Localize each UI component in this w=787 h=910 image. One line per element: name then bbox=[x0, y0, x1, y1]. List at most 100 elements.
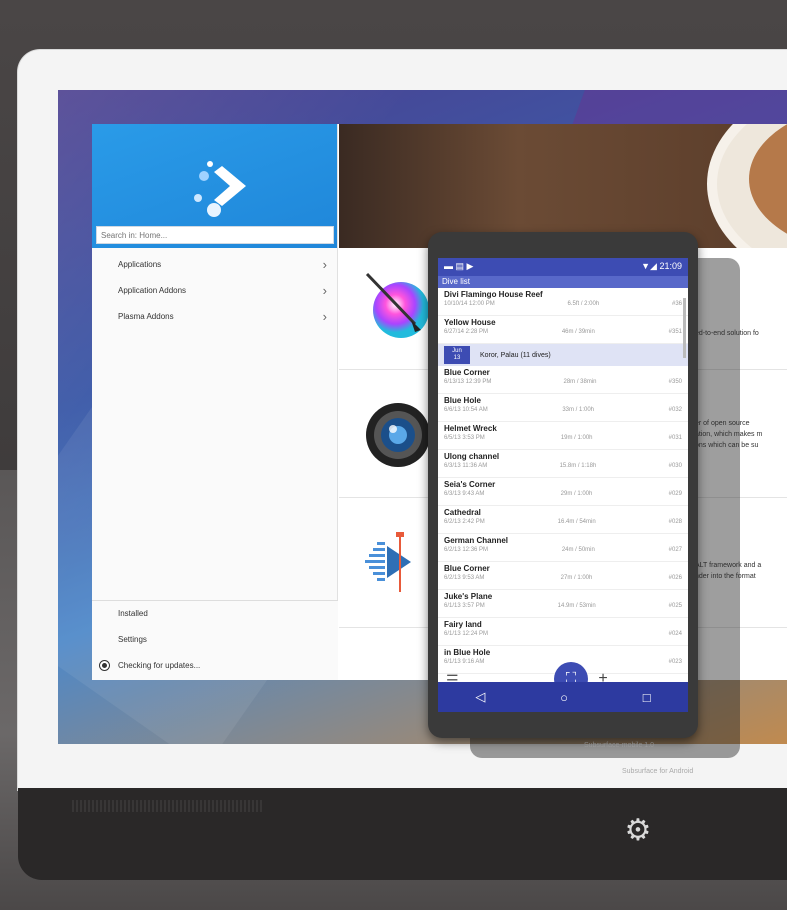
dive-meta: 6/3/13 9:43 AM 29m / 1:00h #029 bbox=[444, 491, 682, 497]
dive-number: #36 bbox=[671, 301, 682, 307]
audio-waveform-icon bbox=[365, 532, 411, 592]
sidebar-item-settings[interactable]: Settings bbox=[92, 627, 338, 653]
dive-depth: 24m / 50min bbox=[561, 547, 595, 553]
dive-name: Ulong channel bbox=[444, 452, 500, 461]
list-item[interactable]: Blue Corner 6/2/13 9:53 AM 27m / 1:00h #026 bbox=[438, 562, 688, 590]
dive-date: 6/3/13 11:36 AM bbox=[444, 463, 488, 469]
dive-date: 6/13/13 12:39 PM bbox=[444, 379, 492, 385]
dive-name: Fairy land bbox=[444, 620, 482, 629]
toolbar-title: Dive list bbox=[442, 277, 471, 286]
chevron-right-icon: › bbox=[322, 283, 327, 298]
sidebar-item-updates[interactable]: Checking for updates... bbox=[92, 653, 338, 679]
sidebar-item-label: Plasma Addons bbox=[118, 312, 174, 321]
dive-name: Yellow House bbox=[444, 318, 496, 327]
list-item[interactable]: Helmet Wreck 6/5/13 3:53 PM 19m / 1:00h #03… bbox=[438, 422, 688, 450]
dive-meta: 6/13/13 12:39 PM 28m / 38min #350 bbox=[444, 379, 682, 385]
status-bar: ▬ ▤ ▶ ▼◢ 21:09 bbox=[438, 258, 688, 276]
trip-header[interactable]: Jun 13 Koror, Palau (11 dives) bbox=[438, 344, 688, 366]
sidebar-item-plasma-addons[interactable]: Plasma Addons › bbox=[92, 304, 337, 330]
dive-date: 6/27/14 2:28 PM bbox=[444, 329, 489, 335]
list-item[interactable]: Divi Flamingo House Reef 10/10/14 12:00 P… bbox=[438, 288, 688, 316]
dive-meta: 6/2/13 2:42 PM 16.4m / 54min #028 bbox=[444, 519, 682, 525]
dive-number: #028 bbox=[668, 519, 682, 525]
dive-number: #031 bbox=[668, 435, 682, 441]
chevron-right-icon: › bbox=[322, 309, 327, 324]
dive-name: Blue Corner bbox=[444, 368, 490, 377]
dive-number: #023 bbox=[668, 659, 682, 665]
list-item[interactable]: Ulong channel 6/3/13 11:36 AM 15.8m / 1:18… bbox=[438, 450, 688, 478]
scrollbar[interactable] bbox=[683, 298, 686, 358]
sidebar-item-application-addons[interactable]: Application Addons › bbox=[92, 278, 337, 304]
date-badge: Jun 13 bbox=[444, 346, 470, 364]
dive-date: 6/2/13 2:42 PM bbox=[444, 519, 485, 525]
dive-name: Cathedral bbox=[444, 508, 481, 517]
dive-meta: 6/6/13 10:54 AM 33m / 1:00h #032 bbox=[444, 407, 682, 413]
dive-number: #026 bbox=[668, 575, 682, 581]
dive-date: 6/5/13 3:53 PM bbox=[444, 435, 485, 441]
status-dot-icon bbox=[100, 661, 109, 670]
badge-month: Jun bbox=[452, 348, 462, 354]
trip-title: Koror, Palau (11 dives) bbox=[480, 351, 551, 359]
dive-meta: 6/5/13 3:53 PM 19m / 1:00h #031 bbox=[444, 435, 682, 441]
sidebar: Applications › Application Addons › Plas… bbox=[92, 124, 338, 680]
dive-depth: 46m / 39min bbox=[561, 329, 595, 335]
caption: Subsurface for Android bbox=[622, 768, 694, 775]
dive-number: #029 bbox=[668, 491, 682, 497]
dive-depth: 6.5ft / 2:00h bbox=[567, 301, 600, 307]
dive-depth: 16.4m / 54min bbox=[557, 519, 596, 525]
dive-date: 6/3/13 9:43 AM bbox=[444, 491, 485, 497]
gear-icon[interactable]: ⚙ bbox=[620, 813, 656, 849]
sidebar-header bbox=[92, 124, 337, 248]
dive-meta: 6/1/13 3:57 PM 14.9m / 53min #025 bbox=[444, 603, 682, 609]
dive-depth: 28m / 38min bbox=[563, 379, 597, 385]
sidebar-item-applications[interactable]: Applications › bbox=[92, 252, 337, 278]
dive-number: #030 bbox=[668, 463, 682, 469]
sidebar-item-installed[interactable]: Installed bbox=[92, 601, 338, 627]
list-item[interactable]: German Channel 6/2/13 12:36 PM 24m / 50min… bbox=[438, 534, 688, 562]
badge-day: 13 bbox=[453, 355, 461, 361]
list-item[interactable]: Blue Hole 6/6/13 10:54 AM 33m / 1:00h #032 bbox=[438, 394, 688, 422]
back-icon[interactable]: ◁ bbox=[475, 689, 485, 705]
dive-meta: 10/10/14 12:00 PM 6.5ft / 2:00h #36 bbox=[444, 301, 682, 307]
search-input[interactable] bbox=[96, 226, 334, 244]
dive-date: 6/2/13 12:36 PM bbox=[444, 547, 489, 553]
dive-depth: 29m / 1:00h bbox=[560, 491, 593, 497]
dive-meta: 6/3/13 11:36 AM 15.8m / 1:18h #030 bbox=[444, 463, 682, 469]
dive-number: #351 bbox=[668, 329, 682, 335]
dive-name: Blue Hole bbox=[444, 396, 481, 405]
dive-date: 6/2/13 9:53 AM bbox=[444, 575, 485, 581]
android-nav-bar: ◁ ○ □ bbox=[438, 682, 688, 712]
sidebar-item-label: Installed bbox=[118, 609, 148, 618]
dive-number: #027 bbox=[668, 547, 682, 553]
caption: Subsurface-mobile 1.0 bbox=[584, 742, 655, 749]
list-item[interactable]: Cathedral 6/2/13 2:42 PM 16.4m / 54min #028 bbox=[438, 506, 688, 534]
list-item[interactable]: Fairy land 6/1/13 12:24 PM #024 bbox=[438, 618, 688, 646]
toolbar: Dive list bbox=[438, 276, 688, 288]
sidebar-item-label: Applications bbox=[118, 260, 162, 269]
sidebar-item-label: Checking for updates... bbox=[118, 661, 201, 670]
dive-number: #350 bbox=[668, 379, 682, 385]
list-item[interactable]: Seia's Corner 6/3/13 9:43 AM 29m / 1:00h #0… bbox=[438, 478, 688, 506]
dive-date: 6/1/13 3:57 PM bbox=[444, 603, 485, 609]
home-icon[interactable]: ○ bbox=[560, 690, 568, 705]
sidebar-item-label: Application Addons bbox=[118, 286, 187, 295]
dive-meta: 6/2/13 9:53 AM 27m / 1:00h #026 bbox=[444, 575, 682, 581]
dive-name: Seia's Corner bbox=[444, 480, 496, 489]
dive-date: 6/6/13 10:54 AM bbox=[444, 407, 488, 413]
dive-name: Helmet Wreck bbox=[444, 424, 497, 433]
speaker-grille bbox=[72, 800, 262, 812]
list-item[interactable]: Juke's Plane 6/1/13 3:57 PM 14.9m / 53min #… bbox=[438, 590, 688, 618]
dive-depth: 27m / 1:00h bbox=[560, 575, 593, 581]
dive-name: German Channel bbox=[444, 536, 509, 545]
list-item[interactable]: Blue Corner 6/13/13 12:39 PM 28m / 38min #3… bbox=[438, 366, 688, 394]
dive-number: #032 bbox=[668, 407, 682, 413]
phone-screen: ▬ ▤ ▶ ▼◢ 21:09 Dive list Divi Flamingo H… bbox=[438, 258, 688, 712]
recents-icon[interactable]: □ bbox=[643, 690, 651, 705]
dive-meta: 6/27/14 2:28 PM 46m / 39min #351 bbox=[444, 329, 682, 335]
list-item[interactable]: Yellow House 6/27/14 2:28 PM 46m / 39min #3… bbox=[438, 316, 688, 344]
dive-depth: 14.9m / 53min bbox=[557, 603, 596, 609]
dive-depth: 33m / 1:00h bbox=[562, 407, 595, 413]
dive-number: #024 bbox=[668, 631, 682, 637]
discover-logo-icon bbox=[194, 161, 246, 217]
featured-banner[interactable] bbox=[339, 124, 787, 284]
